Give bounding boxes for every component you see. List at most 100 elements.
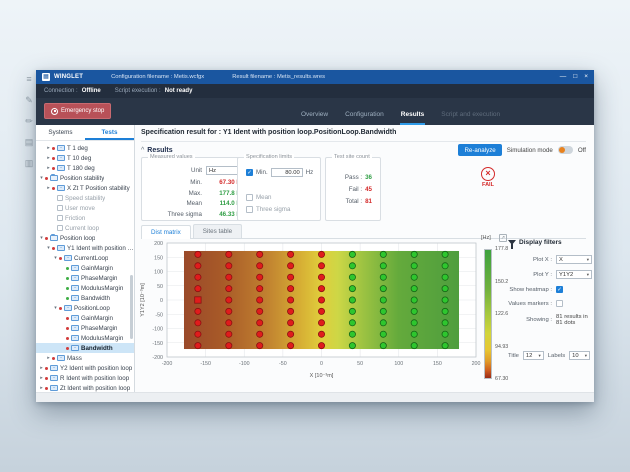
expander-icon[interactable]: ▾ [38, 175, 45, 181]
expander-icon[interactable]: ▸ [45, 145, 52, 151]
clipboard-icon[interactable]: ▥ [22, 158, 36, 168]
tree-item[interactable]: ▾Position stability [36, 173, 134, 183]
site-marker[interactable] [318, 274, 324, 280]
expander-icon[interactable]: ▸ [45, 165, 52, 171]
site-marker[interactable] [442, 286, 448, 292]
tree-item[interactable]: ~Bandwidth [36, 343, 134, 353]
site-marker[interactable] [442, 297, 448, 303]
tree-item[interactable]: ▸~Y2 Ident with position loop [36, 363, 134, 373]
site-marker-selected[interactable] [195, 297, 201, 303]
doc-icon[interactable]: ▤ [22, 137, 36, 147]
tree-item[interactable]: ▸~T 180 deg [36, 163, 134, 173]
site-marker[interactable] [195, 286, 201, 292]
expander-icon[interactable]: ▸ [45, 355, 52, 361]
site-marker[interactable] [226, 286, 232, 292]
site-marker[interactable] [195, 308, 201, 314]
site-marker[interactable] [380, 331, 386, 337]
site-marker[interactable] [442, 263, 448, 269]
site-marker[interactable] [349, 251, 355, 257]
site-marker[interactable] [411, 274, 417, 280]
site-marker[interactable] [288, 320, 294, 326]
site-marker[interactable] [288, 286, 294, 292]
site-marker[interactable] [349, 331, 355, 337]
spec-mean-checkbox[interactable] [246, 194, 253, 201]
site-marker[interactable] [380, 251, 386, 257]
tree-item[interactable]: ~ModulusMargin [36, 283, 134, 293]
tree-item[interactable]: ~ModulusMargin [36, 333, 134, 343]
site-marker[interactable] [380, 343, 386, 349]
site-marker[interactable] [195, 320, 201, 326]
title-size-select[interactable]: 12 ▾ [523, 351, 544, 360]
site-marker[interactable] [442, 331, 448, 337]
site-marker[interactable] [195, 274, 201, 280]
site-marker[interactable] [349, 286, 355, 292]
site-marker[interactable] [442, 320, 448, 326]
sidebar-tab-tests[interactable]: Tests [85, 125, 134, 140]
site-marker[interactable] [349, 343, 355, 349]
site-marker[interactable] [349, 297, 355, 303]
site-marker[interactable] [257, 343, 263, 349]
expander-icon[interactable]: ▾ [45, 245, 52, 251]
labels-size-select[interactable]: 10 ▾ [569, 351, 590, 360]
tree-item[interactable]: ▾~Y1 Ident with position loop [36, 243, 134, 253]
site-marker[interactable] [257, 274, 263, 280]
tree-item[interactable]: ~Bandwidth [36, 293, 134, 303]
sidebar-scrollbar[interactable] [130, 275, 133, 339]
expander-icon[interactable]: ▸ [38, 375, 45, 381]
collapse-chevron-icon[interactable]: ^ [141, 147, 144, 154]
site-marker[interactable] [349, 274, 355, 280]
site-marker[interactable] [380, 297, 386, 303]
site-marker[interactable] [318, 286, 324, 292]
site-marker[interactable] [288, 308, 294, 314]
tree-item[interactable]: ~PhaseMargin [36, 273, 134, 283]
spec-min-checkbox[interactable]: ✓ [246, 169, 253, 176]
show-heatmap-checkbox[interactable]: ✓ [556, 286, 563, 293]
site-marker[interactable] [257, 308, 263, 314]
tree-item[interactable]: ~GainMargin [36, 263, 134, 273]
expander-icon[interactable]: ▾ [38, 235, 45, 241]
site-marker[interactable] [226, 308, 232, 314]
site-marker[interactable] [380, 263, 386, 269]
main-tab-overview[interactable]: Overview [300, 107, 329, 125]
plot-y-select[interactable]: Y1Y2 ▾ [556, 270, 592, 279]
site-marker[interactable] [226, 343, 232, 349]
tree-item[interactable]: ▾~PositionLoop [36, 303, 134, 313]
site-marker[interactable] [411, 308, 417, 314]
tree-item[interactable]: ▾~CurrentLoop [36, 253, 134, 263]
site-marker[interactable] [257, 331, 263, 337]
site-marker[interactable] [442, 308, 448, 314]
site-marker[interactable] [380, 308, 386, 314]
tree-item[interactable]: User move [36, 203, 134, 213]
tree-item[interactable]: Current loop [36, 223, 134, 233]
expand-chart-icon[interactable]: ↗ [499, 234, 507, 242]
expander-icon[interactable]: ▸ [45, 185, 52, 191]
edit-icon[interactable]: ✎ [22, 95, 36, 105]
tree-item[interactable]: Speed stability [36, 193, 134, 203]
expander-icon[interactable]: ▸ [38, 365, 45, 371]
tree-item[interactable]: ▸~R Ident with position loop [36, 373, 134, 383]
values-markers-checkbox[interactable] [556, 300, 563, 307]
tree-item[interactable]: ~PhaseMargin [36, 323, 134, 333]
site-marker[interactable] [380, 274, 386, 280]
site-marker[interactable] [195, 251, 201, 257]
site-marker[interactable] [318, 343, 324, 349]
minimize-icon[interactable]: — [560, 70, 567, 84]
tree-item[interactable]: ▸~Mass [36, 353, 134, 363]
sidebar-tab-systems[interactable]: Systems [36, 125, 85, 140]
menu-icon[interactable]: ≡ [22, 74, 36, 84]
maximize-icon[interactable]: □ [573, 70, 577, 84]
tree-item[interactable]: ▸~T 1 deg [36, 143, 134, 153]
site-marker[interactable] [318, 251, 324, 257]
site-marker[interactable] [349, 263, 355, 269]
site-marker[interactable] [442, 251, 448, 257]
site-marker[interactable] [288, 274, 294, 280]
site-marker[interactable] [226, 251, 232, 257]
tree-item[interactable]: ▸~T 10 deg [36, 153, 134, 163]
tree-item[interactable]: ▸~Zt Ident with position loop [36, 383, 134, 392]
site-marker[interactable] [257, 263, 263, 269]
main-tab-script-and-execution[interactable]: Script and execution [440, 107, 501, 125]
site-marker[interactable] [226, 263, 232, 269]
reanalyze-button[interactable]: Re-analyze [458, 144, 501, 156]
view-tab-sites-table[interactable]: Sites table [193, 224, 242, 238]
site-marker[interactable] [288, 331, 294, 337]
